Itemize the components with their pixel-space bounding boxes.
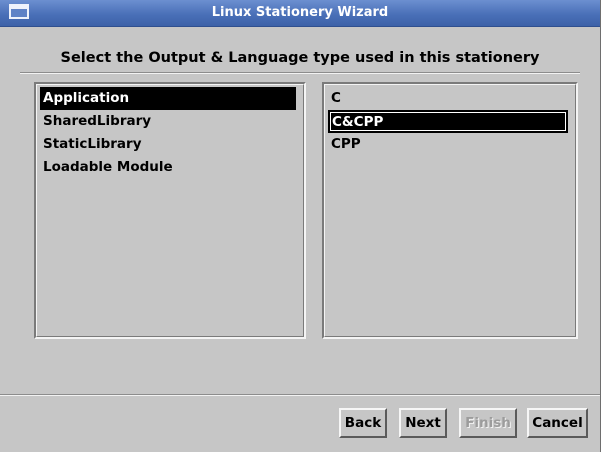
list-item-loadable-module[interactable]: Loadable Module (40, 156, 300, 179)
cancel-button[interactable]: Cancel (527, 408, 588, 438)
output-type-list[interactable]: Application SharedLibrary StaticLibrary … (34, 82, 306, 339)
list-item-c-and-cpp[interactable]: C&CPP (328, 110, 568, 133)
instruction-text: Select the Output & Language type used i… (60, 50, 540, 66)
next-button[interactable]: Next (399, 408, 447, 438)
list-item-cpp[interactable]: CPP (328, 133, 572, 156)
list-item-application[interactable]: Application (40, 87, 296, 110)
finish-button: Finish (459, 408, 517, 438)
back-button[interactable]: Back (339, 408, 387, 438)
bottom-divider (0, 394, 600, 396)
wizard-window: Linux Stationery Wizard Select the Outpu… (0, 0, 601, 452)
list-item-c[interactable]: C (328, 87, 572, 110)
language-type-list[interactable]: C C&CPP CPP (322, 82, 578, 339)
list-item-sharedlibrary[interactable]: SharedLibrary (40, 110, 300, 133)
list-item-staticlibrary[interactable]: StaticLibrary (40, 133, 300, 156)
title-bar[interactable]: Linux Stationery Wizard (0, 0, 600, 27)
top-divider (20, 72, 580, 74)
window-title: Linux Stationery Wizard (211, 5, 389, 20)
